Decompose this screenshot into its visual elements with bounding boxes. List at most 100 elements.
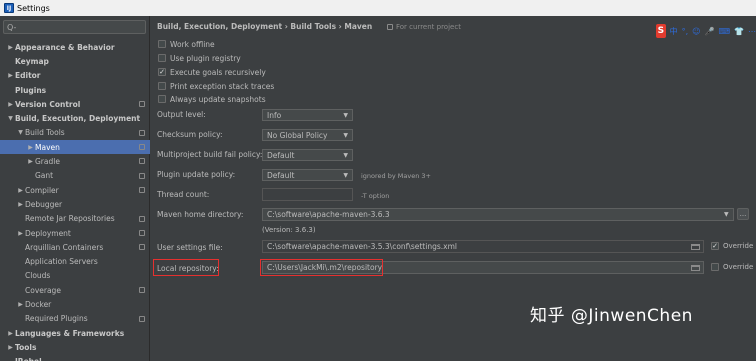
execute-goals-recursively-row[interactable]: ✓ Execute goals recursively <box>158 66 266 78</box>
sidebar-item-coverage[interactable]: Coverage <box>0 283 150 297</box>
chevron-right-icon[interactable]: ▶ <box>6 72 15 79</box>
chevron-right-icon[interactable]: ▶ <box>26 158 35 165</box>
project-scope-icon <box>139 315 145 322</box>
ime-item[interactable]: 🎤 <box>705 27 715 36</box>
chevron-right-icon[interactable]: ▶ <box>16 230 25 237</box>
project-scope-icon <box>139 172 145 179</box>
sidebar-item-maven[interactable]: ▶ Maven <box>0 140 150 155</box>
user-settings-override-label: Override <box>723 242 754 250</box>
print-exception-label: Print exception stack traces <box>170 81 275 91</box>
plugin-update-policy-select[interactable]: Default ▼ <box>262 169 353 181</box>
sidebar-item-label: Remote Jar Repositories <box>25 214 115 224</box>
sidebar-item-gant[interactable]: Gant <box>0 169 150 183</box>
work-offline-row[interactable]: Work offline <box>158 38 215 50</box>
sidebar-item-gradle[interactable]: ▶ Gradle <box>0 154 150 168</box>
folder-icon[interactable] <box>691 265 700 271</box>
search-icon: Q- <box>7 22 17 32</box>
sidebar-item-application-servers[interactable]: Application Servers <box>0 254 150 268</box>
thread-count-input[interactable] <box>262 188 353 201</box>
always-update-snapshots-row[interactable]: Always update snapshots <box>158 93 266 105</box>
output-level-label: Output level: <box>157 110 206 119</box>
chevron-down-icon[interactable]: ▼ <box>16 129 25 136</box>
sidebar-item-docker[interactable]: ▶ Docker <box>0 297 150 311</box>
sidebar-item-languages-frameworks[interactable]: ▶ Languages & Frameworks <box>0 326 150 340</box>
ime-item[interactable]: ☺ <box>692 27 700 36</box>
project-scope-icon <box>139 215 145 222</box>
sidebar-item-clouds[interactable]: Clouds <box>0 269 150 283</box>
chevron-right-icon[interactable]: ▶ <box>6 44 15 51</box>
ime-item[interactable]: 👕 <box>734 27 744 36</box>
sidebar-item-appearance-behavior[interactable]: ▶ Appearance & Behavior <box>0 40 150 54</box>
sidebar-item-build-tools[interactable]: ▼ Build Tools <box>0 126 150 140</box>
multiproject-fail-policy-select[interactable]: Default ▼ <box>262 149 353 161</box>
settings-tree: ▶ Appearance & Behavior Keymap ▶ Editor Plugi… <box>0 40 150 361</box>
ime-item[interactable]: ⋯ <box>748 27 756 36</box>
sidebar-item-label: Build, Execution, Deployment <box>15 114 141 124</box>
chevron-right-icon[interactable]: ▶ <box>16 201 25 208</box>
sidebar-item-label: Gradle <box>35 157 60 167</box>
chevron-right-icon[interactable]: ▶ <box>16 301 25 308</box>
use-plugin-registry-row[interactable]: Use plugin registry <box>158 52 241 64</box>
plugin-update-policy-value: Default <box>267 170 295 180</box>
ime-item[interactable]: ⌨ <box>718 27 730 36</box>
folder-icon[interactable] <box>691 244 700 250</box>
ime-item[interactable]: °, <box>682 27 689 36</box>
sidebar-item-jrebel[interactable]: JRebel <box>0 355 150 361</box>
chevron-right-icon[interactable]: ▶ <box>16 187 25 194</box>
use-plugin-registry-label: Use plugin registry <box>170 53 241 63</box>
sidebar-item-editor[interactable]: ▶ Editor <box>0 69 150 83</box>
search-field[interactable]: Q- <box>3 20 146 34</box>
chevron-down-icon[interactable]: ▼ <box>724 211 729 218</box>
chevron-down-icon: ▼ <box>343 151 348 159</box>
work-offline-label: Work offline <box>170 39 215 49</box>
settings-sidebar: Q- ▶ Appearance & Behavior Keymap ▶ Editor Pl… <box>0 16 150 361</box>
checksum-policy-select[interactable]: No Global Policy ▼ <box>262 129 353 141</box>
local-repository-override-checkbox[interactable] <box>711 263 719 271</box>
thread-count-label: Thread count: <box>157 190 210 199</box>
output-level-select[interactable]: Info ▼ <box>262 109 353 121</box>
sidebar-item-tools[interactable]: ▶ Tools <box>0 340 150 354</box>
sidebar-item-label: Tools <box>15 342 37 352</box>
sidebar-item-required-plugins[interactable]: Required Plugins <box>0 312 150 326</box>
for-current-project-note: For current project <box>387 23 461 31</box>
project-scope-icon <box>139 186 145 193</box>
sidebar-item-version-control[interactable]: ▶ Version Control <box>0 97 150 111</box>
execute-goals-recursively-label: Execute goals recursively <box>170 67 266 77</box>
chevron-right-icon[interactable]: ▶ <box>6 101 15 108</box>
ime-item[interactable]: 中 <box>670 26 678 37</box>
sidebar-item-label: Languages & Frameworks <box>15 328 125 338</box>
sidebar-item-keymap[interactable]: Keymap <box>0 54 150 68</box>
sidebar-item-arquillian-containers[interactable]: Arquillian Containers <box>0 240 150 254</box>
execute-goals-recursively-checkbox[interactable]: ✓ <box>158 68 166 76</box>
always-update-snapshots-label: Always update snapshots <box>170 94 266 104</box>
plugin-update-policy-label: Plugin update policy: <box>157 170 236 179</box>
sidebar-item-label: JRebel <box>15 357 42 361</box>
sidebar-item-label: Gant <box>35 171 54 181</box>
sidebar-item-deployment[interactable]: ▶ Deployment <box>0 226 150 240</box>
work-offline-checkbox[interactable] <box>158 40 166 48</box>
sidebar-item-build-execution-deployment[interactable]: ▼ Build, Execution, Deployment <box>0 111 150 125</box>
sidebar-item-label: Clouds <box>25 271 51 281</box>
browse-maven-home-button[interactable]: ... <box>737 208 749 220</box>
sidebar-item-debugger[interactable]: ▶ Debugger <box>0 197 150 211</box>
user-settings-override[interactable]: ✓ Override <box>711 242 753 250</box>
chevron-right-icon[interactable]: ▶ <box>6 330 15 337</box>
user-settings-override-checkbox[interactable]: ✓ <box>711 242 719 250</box>
intellij-icon: IJ <box>4 3 14 13</box>
chevron-right-icon[interactable]: ▶ <box>6 344 15 351</box>
print-exception-row[interactable]: Print exception stack traces <box>158 80 274 92</box>
multiproject-fail-policy-label: Multiproject build fail policy: <box>157 150 263 159</box>
user-settings-value: C:\software\apache-maven-3.5.3\conf\sett… <box>267 242 457 251</box>
print-exception-checkbox[interactable] <box>158 82 166 90</box>
chevron-right-icon[interactable]: ▶ <box>26 144 35 151</box>
sidebar-item-compiler[interactable]: ▶ Compiler <box>0 183 150 197</box>
user-settings-input[interactable]: C:\software\apache-maven-3.5.3\conf\sett… <box>262 240 704 253</box>
sogou-logo-icon[interactable]: S <box>656 24 666 38</box>
sidebar-item-remote-jar-repositories[interactable]: Remote Jar Repositories <box>0 212 150 226</box>
sidebar-item-plugins[interactable]: Plugins <box>0 83 150 97</box>
use-plugin-registry-checkbox[interactable] <box>158 54 166 62</box>
local-repository-override[interactable]: Override <box>711 263 753 271</box>
chevron-down-icon[interactable]: ▼ <box>6 115 15 122</box>
maven-home-select[interactable]: C:\software\apache-maven-3.6.3 <box>262 208 734 221</box>
always-update-snapshots-checkbox[interactable] <box>158 95 166 103</box>
